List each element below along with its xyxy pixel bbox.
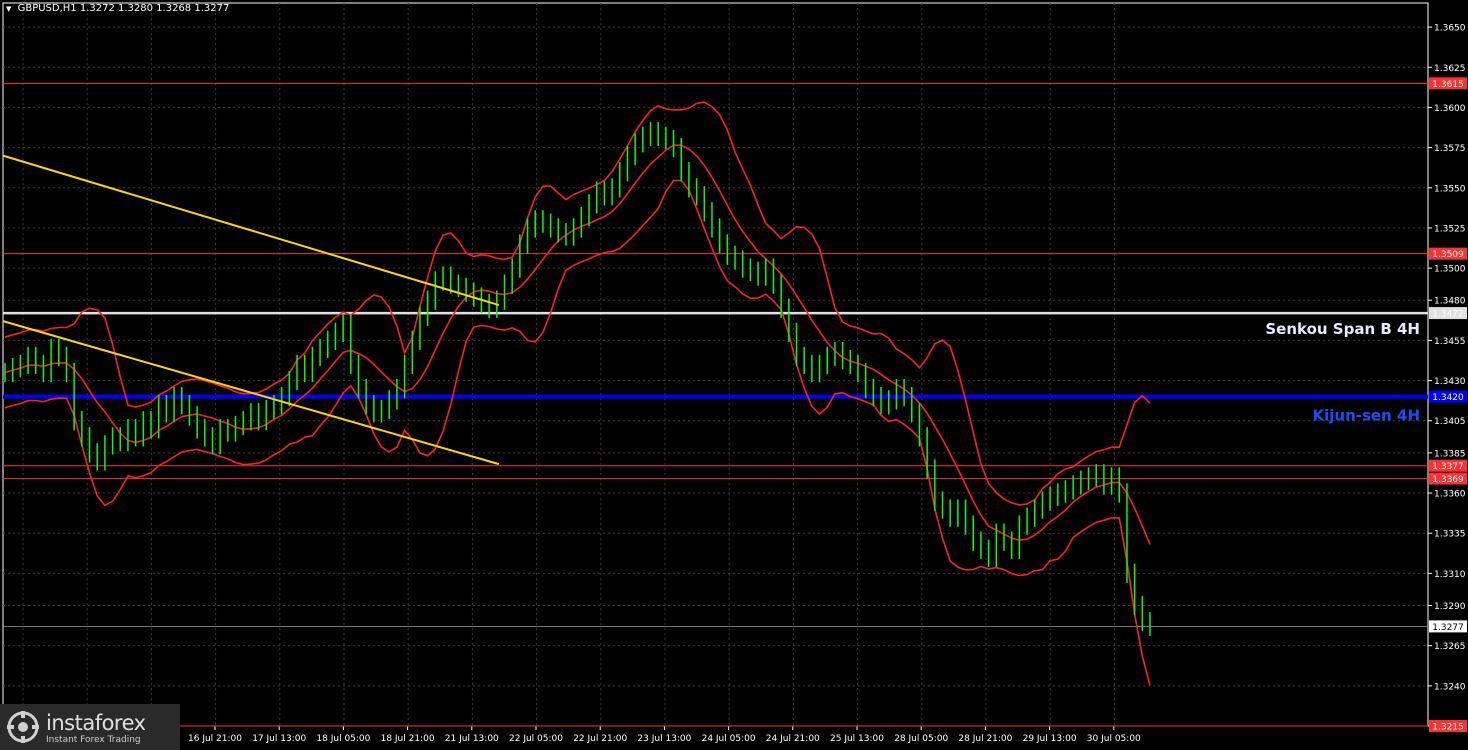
y-tick-label: 1.3525: [1434, 224, 1466, 234]
y-tick-label: 1.3650: [1434, 24, 1466, 34]
y-tick-label: 1.3405: [1434, 417, 1466, 427]
x-tick-label: 28 Jul 21:00: [958, 734, 1012, 744]
logo-wordmark: instaforex: [46, 711, 146, 735]
y-tick-label: 1.3480: [1434, 297, 1466, 307]
level-price-label: 1.3472: [1432, 310, 1464, 320]
x-tick-label: 28 Jul 05:00: [894, 734, 948, 744]
y-tick-label: 1.3500: [1434, 265, 1466, 275]
logo-tagline: Instant Forex Trading: [46, 735, 141, 745]
y-tick-label: 1.3385: [1434, 449, 1466, 459]
y-tick-label: 1.3625: [1434, 64, 1466, 74]
chart-background: [0, 0, 1468, 750]
level-price-label: 1.3615: [1432, 80, 1464, 90]
y-tick-label: 1.3240: [1434, 682, 1466, 692]
level-price-label: 1.3509: [1432, 250, 1464, 260]
ohlc-values: 1.3272 1.3280 1.3268 1.3277: [79, 3, 230, 14]
y-tick-label: 1.3265: [1434, 642, 1466, 652]
level-price-label: 1.3277: [1432, 623, 1464, 633]
level-price-label: 1.3377: [1432, 462, 1464, 472]
x-tick-label: 18 Jul 21:00: [381, 734, 435, 744]
x-tick-label: 23 Jul 13:00: [637, 734, 691, 744]
x-tick-label: 30 Jul 05:00: [1087, 734, 1141, 744]
price-chart[interactable]: 1.3650 1.3625 1.3600 1.3575 1.3550 1.3525 1.35…: [0, 0, 1468, 750]
level-price-label: 1.3369: [1432, 475, 1464, 485]
instaforex-logo-icon: [7, 711, 39, 743]
y-tick-label: 1.3430: [1434, 377, 1466, 387]
x-tick-label: 24 Jul 21:00: [766, 734, 820, 744]
instaforex-logo: instaforex Instant Forex Trading: [0, 704, 180, 750]
x-tick-label: 22 Jul 05:00: [509, 734, 563, 744]
x-tick-label: 17 Jul 13:00: [252, 734, 306, 744]
y-tick-label: 1.3600: [1434, 104, 1466, 114]
level-price-label: 1.3215: [1432, 723, 1464, 733]
y-tick-label: 1.3575: [1434, 144, 1466, 154]
x-tick-label: 25 Jul 13:00: [830, 734, 884, 744]
x-tick-label: 21 Jul 13:00: [445, 734, 499, 744]
y-tick-label: 1.3290: [1434, 602, 1466, 612]
symbol-label: GBPUSD,H1: [17, 3, 77, 14]
collapse-triangle-icon[interactable]: ▼: [6, 5, 11, 13]
x-tick-label: 22 Jul 21:00: [573, 734, 627, 744]
x-tick-label: 24 Jul 05:00: [702, 734, 756, 744]
y-tick-label: 1.3455: [1434, 337, 1466, 347]
x-tick-label: 18 Jul 05:00: [316, 734, 370, 744]
chart-header: ▼ GBPUSD,H1 1.3272 1.3280 1.3268 1.3277: [6, 3, 229, 14]
senkou-span-b-label: Senkou Span B 4H: [1265, 320, 1420, 338]
y-tick-label: 1.3335: [1434, 530, 1466, 540]
x-tick-label: 29 Jul 13:00: [1023, 734, 1077, 744]
y-tick-label: 1.3550: [1434, 184, 1466, 194]
x-tick-label: 16 Jul 21:00: [188, 734, 242, 744]
kijun-sen-label: Kijun-sen 4H: [1313, 407, 1420, 425]
y-tick-label: 1.3360: [1434, 490, 1466, 500]
y-tick-label: 1.3310: [1434, 570, 1466, 580]
level-price-label: 1.3420: [1432, 393, 1464, 403]
